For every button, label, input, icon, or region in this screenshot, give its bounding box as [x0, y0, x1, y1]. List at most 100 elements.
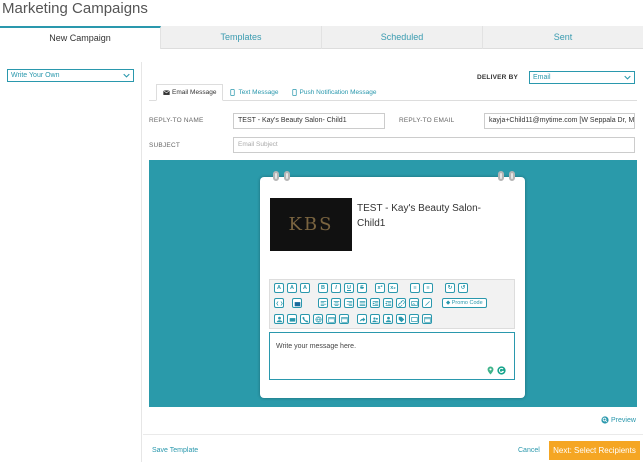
email-title[interactable]: TEST - Kay's Beauty Salon- Child1 — [357, 201, 507, 231]
logo-text: KBS — [288, 214, 334, 235]
chevron-down-icon — [123, 73, 130, 78]
envelope-icon — [163, 90, 170, 95]
promo-code-label: Promo Code — [451, 300, 483, 306]
color-button[interactable] — [292, 298, 302, 308]
code-view-button[interactable] — [274, 298, 284, 308]
insert-website-button[interactable] — [313, 314, 323, 324]
insert-card-button[interactable] — [409, 314, 419, 324]
insert-schedule-button[interactable] — [339, 314, 349, 324]
people-icon — [371, 316, 379, 322]
subject-label: SUBJECT — [149, 142, 181, 149]
align-center-button[interactable] — [331, 298, 341, 308]
deliver-by-select[interactable]: Email — [529, 71, 635, 84]
tab-scheduled[interactable]: Scheduled — [322, 26, 483, 49]
preview-link[interactable]: Preview — [601, 416, 636, 424]
align-left-button[interactable] — [318, 298, 328, 308]
tag-icon — [398, 316, 404, 322]
template-select[interactable]: Write Your Own — [7, 69, 134, 82]
indent-button[interactable] — [370, 298, 380, 308]
binder-ring — [509, 171, 515, 181]
message-editor[interactable]: Write your message here. — [269, 332, 515, 380]
binder-ring — [273, 171, 279, 181]
tab-push-notification[interactable]: Push Notification Message — [285, 84, 383, 101]
phone-icon — [291, 89, 297, 96]
align-center-icon — [333, 300, 339, 306]
cancel-link[interactable]: Cancel — [518, 447, 540, 454]
tag-icon: ◆ — [446, 300, 451, 306]
page-title: Marketing Campaigns — [2, 0, 148, 17]
tab-text-message[interactable]: Text Message — [223, 84, 284, 101]
insert-date-button[interactable] — [326, 314, 336, 324]
magnifier-icon — [601, 416, 609, 424]
italic-button[interactable]: I — [331, 283, 341, 293]
insert-tag-button[interactable] — [396, 314, 406, 324]
font-size-small-button[interactable]: A — [300, 283, 310, 293]
briefcase-icon — [289, 317, 295, 322]
redo-button[interactable]: ↻ — [445, 283, 455, 293]
underline-button[interactable]: U — [344, 283, 354, 293]
tab-sent[interactable]: Sent — [483, 26, 643, 49]
insert-business-button[interactable] — [287, 314, 297, 324]
image-button[interactable] — [409, 298, 419, 308]
left-panel — [0, 62, 142, 462]
reply-to-email-select[interactable]: kayja+Child11@mytime.com [W Seppala Dr, … — [484, 113, 635, 129]
reply-to-name-input[interactable]: TEST - Kay's Beauty Salon- Child1 — [233, 113, 385, 129]
calendar-icon — [327, 316, 335, 323]
superscript-button[interactable]: x² — [375, 283, 385, 293]
strikethrough-button[interactable]: S — [357, 283, 367, 293]
main-tabs: New Campaign Templates Scheduled Sent — [0, 26, 643, 49]
indent-icon — [372, 300, 378, 306]
unlink-icon — [424, 300, 430, 306]
numbered-list-button[interactable]: ≡ — [423, 283, 433, 293]
outdent-button[interactable] — [383, 298, 393, 308]
save-template-link[interactable]: Save Template — [152, 447, 198, 454]
image-icon — [410, 300, 418, 306]
tab-templates[interactable]: Templates — [161, 26, 322, 49]
bullet-list-button[interactable]: ≡ — [410, 283, 420, 293]
tab-new-campaign[interactable]: New Campaign — [0, 26, 161, 49]
link-icon — [397, 299, 405, 307]
person-icon — [276, 316, 282, 322]
promo-code-button[interactable]: ◆ Promo Code — [442, 298, 487, 308]
font-size-medium-button[interactable]: A — [287, 283, 297, 293]
message-editor-text: Write your message here. — [276, 343, 357, 350]
insert-event-button[interactable] — [422, 314, 432, 324]
share-arrow-icon — [359, 316, 365, 322]
reply-to-name-label: REPLY-TO NAME — [149, 117, 204, 124]
insert-add-person-button[interactable] — [383, 314, 393, 324]
card-icon — [410, 316, 418, 322]
bold-button[interactable]: B — [318, 283, 328, 293]
calendar-icon — [423, 316, 431, 323]
tab-text-message-label: Text Message — [238, 88, 279, 96]
justify-icon — [359, 300, 365, 306]
tab-email-message-label: Email Message — [172, 88, 217, 96]
location-pin-icon[interactable] — [486, 366, 495, 375]
binder-ring — [498, 171, 504, 181]
add-person-icon — [385, 316, 391, 322]
align-left-icon — [320, 300, 326, 306]
subject-input[interactable]: Email Subject — [233, 137, 635, 153]
next-select-recipients-button[interactable]: Next: Select Recipients — [549, 441, 640, 460]
insert-share-button[interactable] — [357, 314, 367, 324]
binder-ring — [284, 171, 290, 181]
reply-to-email-label: REPLY-TO EMAIL — [399, 117, 455, 124]
tab-push-notification-label: Push Notification Message — [299, 88, 377, 96]
justify-button[interactable] — [357, 298, 367, 308]
phone-icon — [230, 89, 236, 96]
insert-person-button[interactable] — [274, 314, 284, 324]
link-button[interactable] — [396, 298, 406, 308]
subscript-button[interactable]: x₂ — [388, 283, 398, 293]
insert-phone-button[interactable] — [300, 314, 310, 324]
undo-button[interactable]: ↺ — [458, 283, 468, 293]
calendar-icon — [340, 316, 348, 323]
grammarly-icon[interactable] — [497, 366, 506, 375]
telephone-icon — [301, 316, 308, 323]
business-logo[interactable]: KBS — [270, 198, 352, 251]
font-size-large-button[interactable]: A — [274, 283, 284, 293]
outdent-icon — [384, 300, 391, 306]
align-right-icon — [346, 300, 352, 306]
unlink-button[interactable] — [422, 298, 432, 308]
tab-email-message[interactable]: Email Message — [156, 84, 224, 101]
insert-staff-button[interactable] — [370, 314, 380, 324]
align-right-button[interactable] — [344, 298, 354, 308]
